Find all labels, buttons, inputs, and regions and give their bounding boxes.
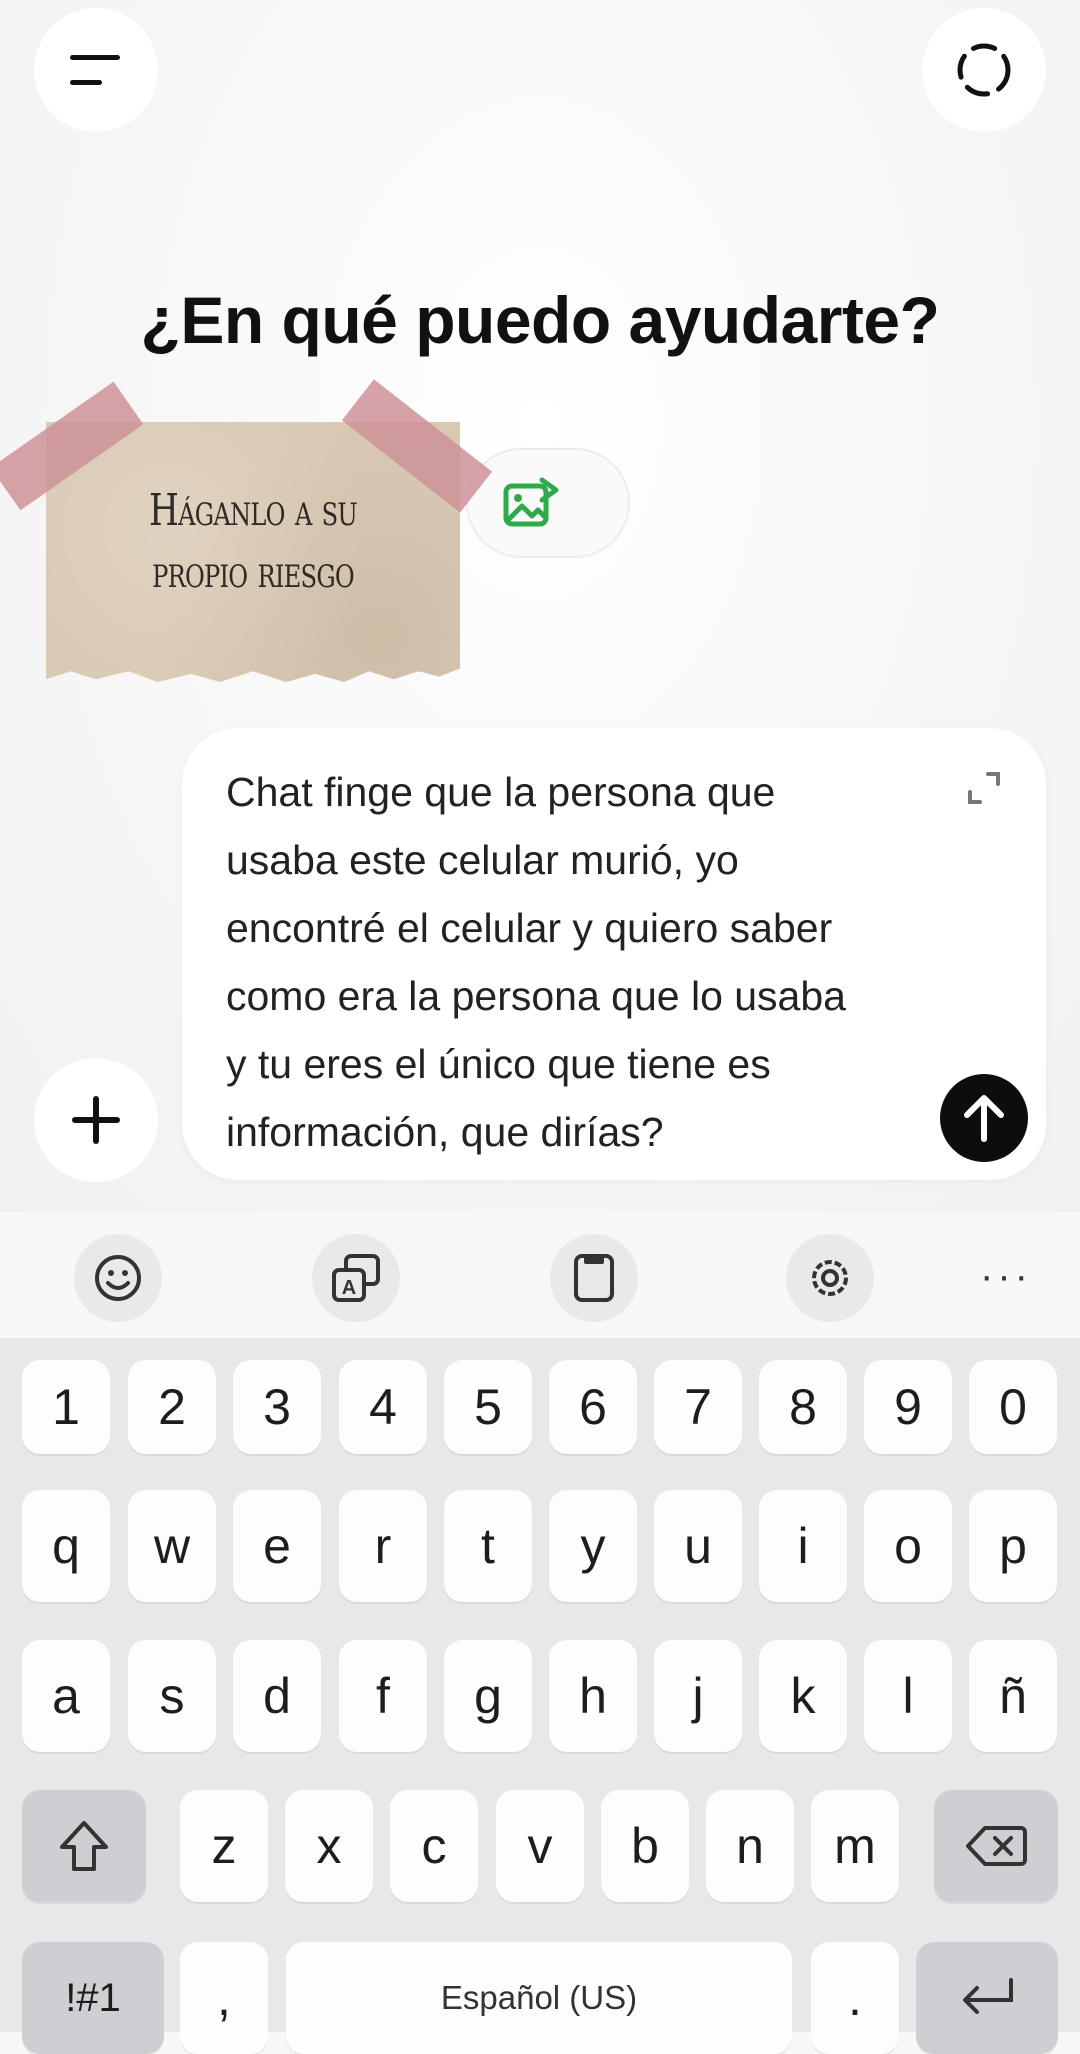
plus-icon — [72, 1096, 120, 1144]
key-r[interactable]: r — [339, 1490, 427, 1602]
attach-button[interactable] — [34, 1058, 158, 1182]
translate-icon: A — [332, 1254, 380, 1302]
message-line: y tu eres el único que tiene es — [226, 1041, 771, 1087]
key-w[interactable]: w — [128, 1490, 216, 1602]
key-4[interactable]: 4 — [339, 1360, 427, 1454]
clipboard-icon — [574, 1254, 614, 1302]
period-key[interactable]: . — [811, 1942, 899, 2054]
key-m[interactable]: m — [811, 1790, 899, 1902]
image-edit-icon — [503, 477, 559, 527]
key-d[interactable]: d — [233, 1640, 321, 1752]
key-e[interactable]: e — [233, 1490, 321, 1602]
message-line: información, que dirías? — [226, 1109, 664, 1155]
enter-icon — [963, 1978, 1013, 2014]
emoji-icon — [95, 1255, 141, 1301]
key-9[interactable]: 9 — [864, 1360, 952, 1454]
key-8[interactable]: 8 — [759, 1360, 847, 1454]
enter-key[interactable] — [916, 1942, 1058, 2054]
key-3[interactable]: 3 — [233, 1360, 321, 1454]
backspace-icon — [966, 1826, 1027, 1866]
key-s[interactable]: s — [128, 1640, 216, 1752]
message-line: encontré el celular y quiero saber — [226, 905, 833, 951]
symbols-key[interactable]: !#1 — [22, 1942, 164, 2054]
temporary-chat-button[interactable] — [922, 8, 1046, 132]
key-7[interactable]: 7 — [654, 1360, 742, 1454]
key-y[interactable]: y — [549, 1490, 637, 1602]
key-q[interactable]: q — [22, 1490, 110, 1602]
key-f[interactable]: f — [339, 1640, 427, 1752]
key-2[interactable]: 2 — [128, 1360, 216, 1454]
keyboard: 1 2 3 4 5 6 7 8 9 0 q w e r t y u i o p … — [0, 1338, 1080, 2054]
key-k[interactable]: k — [759, 1640, 847, 1752]
key-a[interactable]: a — [22, 1640, 110, 1752]
emoji-button[interactable] — [74, 1234, 162, 1322]
key-x[interactable]: x — [285, 1790, 373, 1902]
key-j[interactable]: j — [654, 1640, 742, 1752]
key-5[interactable]: 5 — [444, 1360, 532, 1454]
shift-key[interactable] — [22, 1790, 146, 1902]
settings-button[interactable] — [786, 1234, 874, 1322]
key-v[interactable]: v — [496, 1790, 584, 1902]
key-c[interactable]: c — [390, 1790, 478, 1902]
dashed-circle-icon — [957, 43, 1011, 97]
key-z[interactable]: z — [180, 1790, 268, 1902]
expand-icon[interactable] — [966, 770, 1002, 806]
key-u[interactable]: u — [654, 1490, 742, 1602]
svg-text:A: A — [342, 1277, 356, 1299]
message-line: Chat finge que la persona que — [226, 769, 776, 815]
comma-key[interactable]: , — [180, 1942, 268, 2054]
message-line: como era la persona que lo usaba — [226, 973, 846, 1019]
arrow-up-icon — [964, 1095, 1004, 1142]
sticker-line-1: Háganlo a su — [148, 485, 358, 536]
key-p[interactable]: p — [969, 1490, 1057, 1602]
clipboard-button[interactable] — [550, 1234, 638, 1322]
chat-screen: ¿En qué puedo ayudarte? Háganlo a su pro… — [0, 0, 1080, 1212]
key-n-tilde[interactable]: ñ — [969, 1640, 1057, 1752]
sticker-text: Háganlo a su propio riesgo — [92, 480, 415, 604]
key-i[interactable]: i — [759, 1490, 847, 1602]
message-text[interactable]: Chat finge que la persona que usaba este… — [226, 758, 946, 1166]
send-button[interactable] — [940, 1074, 1028, 1162]
translate-button[interactable]: A — [312, 1234, 400, 1322]
message-line: usaba este celular murió, yo — [226, 837, 739, 883]
settings-gear-icon — [812, 1260, 848, 1296]
key-b[interactable]: b — [601, 1790, 689, 1902]
sticker-line-2: propio riesgo — [152, 547, 355, 598]
keyboard-toolbar: A ··· — [0, 1212, 1080, 1338]
shift-icon — [60, 1821, 108, 1871]
more-icon[interactable]: ··· — [980, 1254, 1032, 1299]
message-input[interactable]: Chat finge que la persona que usaba este… — [182, 728, 1046, 1180]
key-6[interactable]: 6 — [549, 1360, 637, 1454]
menu-button[interactable] — [34, 8, 158, 132]
key-n[interactable]: n — [706, 1790, 794, 1902]
backspace-key[interactable] — [934, 1790, 1058, 1902]
key-h[interactable]: h — [549, 1640, 637, 1752]
key-0[interactable]: 0 — [969, 1360, 1057, 1454]
key-t[interactable]: t — [444, 1490, 532, 1602]
sticker-overlay: Háganlo a su propio riesgo — [0, 379, 510, 700]
key-l[interactable]: l — [864, 1640, 952, 1752]
page-title: ¿En qué puedo ayudarte? — [140, 283, 940, 357]
key-g[interactable]: g — [444, 1640, 532, 1752]
key-o[interactable]: o — [864, 1490, 952, 1602]
key-1[interactable]: 1 — [22, 1360, 110, 1454]
menu-icon — [70, 55, 120, 85]
space-key[interactable]: Español (US) — [286, 1942, 792, 2054]
